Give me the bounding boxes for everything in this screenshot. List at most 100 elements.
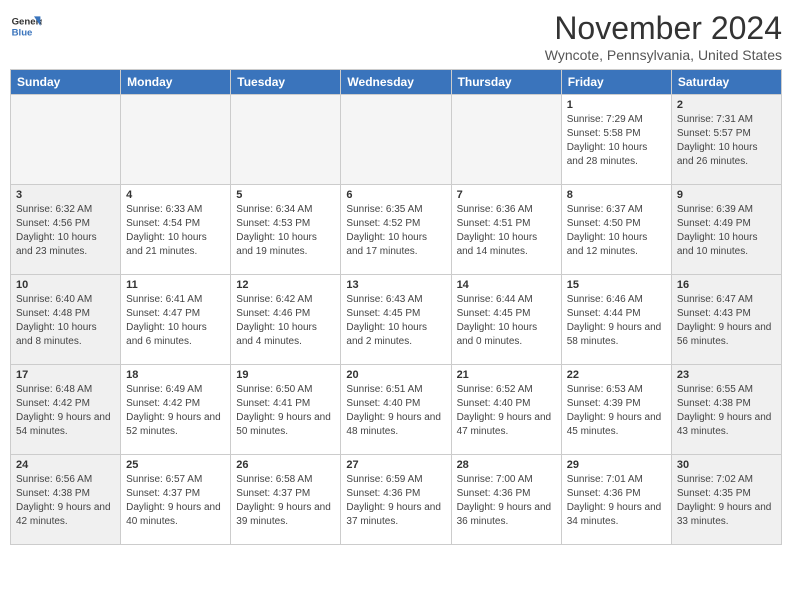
week-row-4: 17 Sunrise: 6:48 AMSunset: 4:42 PMDayligh… [11, 365, 782, 455]
day-cell: 9 Sunrise: 6:39 AMSunset: 4:49 PMDaylight… [671, 185, 781, 275]
day-number: 3 [16, 189, 115, 201]
day-detail: Sunrise: 6:51 AMSunset: 4:40 PMDaylight:… [346, 383, 445, 439]
weekday-header-sunday: Sunday [11, 70, 121, 95]
day-cell: 13 Sunrise: 6:43 AMSunset: 4:45 PMDayligh… [341, 275, 451, 365]
day-number: 29 [567, 459, 666, 471]
logo-icon: General Blue [10, 10, 42, 42]
day-number: 8 [567, 189, 666, 201]
day-cell: 18Sunrise: 6:49 AMSunset: 4:42 PMDayligh… [121, 365, 231, 455]
day-cell: 26 Sunrise: 6:58 AMSunset: 4:37 PMDayligh… [231, 455, 341, 545]
day-number: 28 [457, 459, 556, 471]
day-cell: 28Sunrise: 7:00 AMSunset: 4:36 PMDayligh… [451, 455, 561, 545]
day-cell [121, 95, 231, 185]
day-detail: Sunrise: 6:56 AMSunset: 4:38 PMDaylight:… [16, 473, 115, 529]
weekday-header-thursday: Thursday [451, 70, 561, 95]
day-detail: Sunrise: 6:42 AMSunset: 4:46 PMDaylight:… [236, 293, 335, 349]
day-detail: Sunrise: 6:46 AMSunset: 4:44 PMDaylight:… [567, 293, 666, 349]
day-number: 2 [677, 99, 776, 111]
day-cell: 15 Sunrise: 6:46 AMSunset: 4:44 PMDayligh… [561, 275, 671, 365]
day-detail: Sunrise: 6:32 AMSunset: 4:56 PMDaylight:… [16, 203, 115, 259]
day-number: 30 [677, 459, 776, 471]
day-number: 9 [677, 189, 776, 201]
day-cell: 2 Sunrise: 7:31 AMSunset: 5:57 PMDaylight… [671, 95, 781, 185]
day-cell: 20 Sunrise: 6:51 AMSunset: 4:40 PMDayligh… [341, 365, 451, 455]
day-cell [231, 95, 341, 185]
day-detail: Sunrise: 6:33 AMSunset: 4:54 PMDaylight:… [126, 203, 225, 259]
day-cell: 27 Sunrise: 6:59 AMSunset: 4:36 PMDayligh… [341, 455, 451, 545]
day-cell: 8 Sunrise: 6:37 AMSunset: 4:50 PMDaylight… [561, 185, 671, 275]
day-number: 13 [346, 279, 445, 291]
day-detail: Sunrise: 6:58 AMSunset: 4:37 PMDaylight:… [236, 473, 335, 529]
day-detail: Sunrise: 7:02 AMSunset: 4:35 PMDaylight:… [677, 473, 776, 529]
day-number: 27 [346, 459, 445, 471]
day-number: 17 [16, 369, 115, 381]
weekday-header-saturday: Saturday [671, 70, 781, 95]
day-number: 12 [236, 279, 335, 291]
day-cell: 1Sunrise: 7:29 AMSunset: 5:58 PMDaylight… [561, 95, 671, 185]
day-cell: 6Sunrise: 6:35 AMSunset: 4:52 PMDaylight… [341, 185, 451, 275]
day-cell: 10Sunrise: 6:40 AMSunset: 4:48 PMDayligh… [11, 275, 121, 365]
day-detail: Sunrise: 6:47 AMSunset: 4:43 PMDaylight:… [677, 293, 776, 349]
day-cell: 29 Sunrise: 7:01 AMSunset: 4:36 PMDayligh… [561, 455, 671, 545]
day-detail: Sunrise: 6:37 AMSunset: 4:50 PMDaylight:… [567, 203, 666, 259]
day-cell: 3 Sunrise: 6:32 AMSunset: 4:56 PMDaylight… [11, 185, 121, 275]
day-number: 20 [346, 369, 445, 381]
week-row-5: 24 Sunrise: 6:56 AMSunset: 4:38 PMDayligh… [11, 455, 782, 545]
day-detail: Sunrise: 6:55 AMSunset: 4:38 PMDaylight:… [677, 383, 776, 439]
location-title: Wyncote, Pennsylvania, United States [545, 47, 782, 63]
weekday-header-row: SundayMondayTuesdayWednesdayThursdayFrid… [11, 70, 782, 95]
day-number: 21 [457, 369, 556, 381]
day-detail: Sunrise: 6:53 AMSunset: 4:39 PMDaylight:… [567, 383, 666, 439]
day-number: 23 [677, 369, 776, 381]
day-cell: 12 Sunrise: 6:42 AMSunset: 4:46 PMDayligh… [231, 275, 341, 365]
day-number: 10 [16, 279, 115, 291]
day-detail: Sunrise: 6:34 AMSunset: 4:53 PMDaylight:… [236, 203, 335, 259]
day-number: 26 [236, 459, 335, 471]
day-cell [451, 95, 561, 185]
day-detail: Sunrise: 6:39 AMSunset: 4:49 PMDaylight:… [677, 203, 776, 259]
day-cell: 23 Sunrise: 6:55 AMSunset: 4:38 PMDayligh… [671, 365, 781, 455]
day-detail: Sunrise: 7:31 AMSunset: 5:57 PMDaylight:… [677, 113, 776, 169]
day-detail: Sunrise: 6:48 AMSunset: 4:42 PMDaylight:… [16, 383, 115, 439]
weekday-header-wednesday: Wednesday [341, 70, 451, 95]
day-detail: Sunrise: 6:41 AMSunset: 4:47 PMDaylight:… [126, 293, 225, 349]
day-cell: 21 Sunrise: 6:52 AMSunset: 4:40 PMDayligh… [451, 365, 561, 455]
weekday-header-tuesday: Tuesday [231, 70, 341, 95]
day-cell [11, 95, 121, 185]
day-number: 4 [126, 189, 225, 201]
day-number: 15 [567, 279, 666, 291]
day-detail: Sunrise: 6:59 AMSunset: 4:36 PMDaylight:… [346, 473, 445, 529]
day-number: 22 [567, 369, 666, 381]
calendar-table: SundayMondayTuesdayWednesdayThursdayFrid… [10, 69, 782, 545]
day-detail: Sunrise: 6:36 AMSunset: 4:51 PMDaylight:… [457, 203, 556, 259]
day-cell: 16Sunrise: 6:47 AMSunset: 4:43 PMDayligh… [671, 275, 781, 365]
weekday-header-friday: Friday [561, 70, 671, 95]
logo: General Blue [10, 10, 42, 42]
day-detail: Sunrise: 6:44 AMSunset: 4:45 PMDaylight:… [457, 293, 556, 349]
day-detail: Sunrise: 7:29 AMSunset: 5:58 PMDaylight:… [567, 113, 666, 169]
day-cell: 7 Sunrise: 6:36 AMSunset: 4:51 PMDaylight… [451, 185, 561, 275]
day-number: 5 [236, 189, 335, 201]
day-number: 19 [236, 369, 335, 381]
page-header: General Blue November 2024 Wyncote, Penn… [10, 10, 782, 63]
day-number: 18 [126, 369, 225, 381]
day-cell: 17 Sunrise: 6:48 AMSunset: 4:42 PMDayligh… [11, 365, 121, 455]
day-cell: 25Sunrise: 6:57 AMSunset: 4:37 PMDayligh… [121, 455, 231, 545]
day-detail: Sunrise: 7:01 AMSunset: 4:36 PMDaylight:… [567, 473, 666, 529]
day-number: 14 [457, 279, 556, 291]
weekday-header-monday: Monday [121, 70, 231, 95]
week-row-1: 1Sunrise: 7:29 AMSunset: 5:58 PMDaylight… [11, 95, 782, 185]
day-cell: 24 Sunrise: 6:56 AMSunset: 4:38 PMDayligh… [11, 455, 121, 545]
week-row-2: 3 Sunrise: 6:32 AMSunset: 4:56 PMDaylight… [11, 185, 782, 275]
day-cell: 4 Sunrise: 6:33 AMSunset: 4:54 PMDaylight… [121, 185, 231, 275]
day-cell: 14 Sunrise: 6:44 AMSunset: 4:45 PMDayligh… [451, 275, 561, 365]
day-detail: Sunrise: 6:52 AMSunset: 4:40 PMDaylight:… [457, 383, 556, 439]
day-detail: Sunrise: 6:35 AMSunset: 4:52 PMDaylight:… [346, 203, 445, 259]
day-number: 25 [126, 459, 225, 471]
day-number: 24 [16, 459, 115, 471]
day-detail: Sunrise: 6:43 AMSunset: 4:45 PMDaylight:… [346, 293, 445, 349]
day-cell [341, 95, 451, 185]
day-number: 7 [457, 189, 556, 201]
day-cell: 5 Sunrise: 6:34 AMSunset: 4:53 PMDaylight… [231, 185, 341, 275]
svg-text:Blue: Blue [12, 28, 33, 39]
